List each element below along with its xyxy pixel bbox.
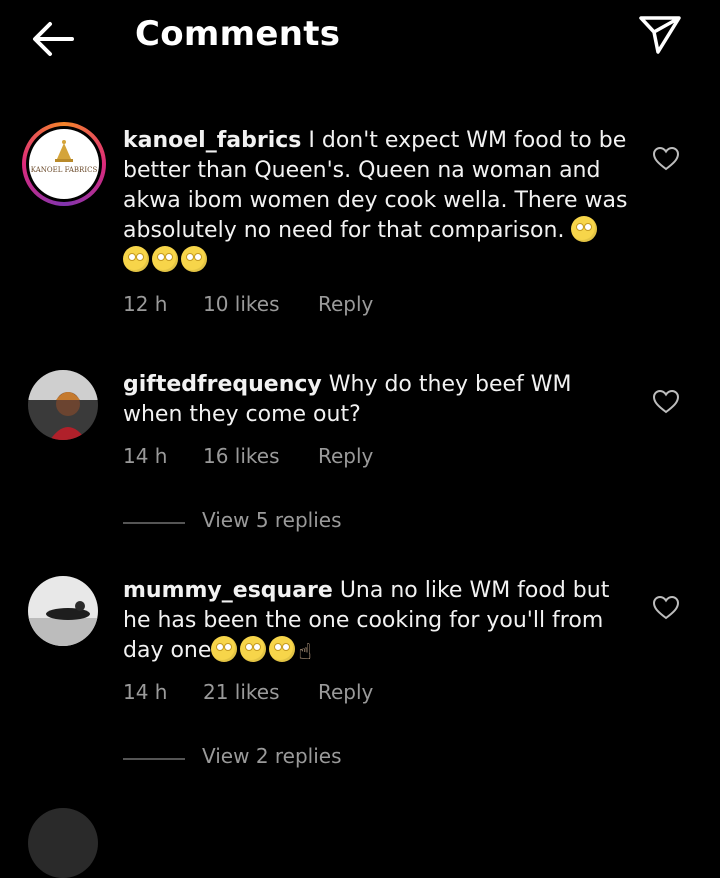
heart-icon[interactable] (652, 389, 680, 415)
avatar[interactable] (28, 808, 98, 878)
profile-photo (28, 576, 98, 646)
comment-username[interactable]: mummy_esquare (123, 578, 333, 603)
avatar[interactable] (28, 370, 98, 440)
reply-button[interactable]: Reply (318, 680, 373, 704)
reply-button[interactable]: Reply (318, 292, 373, 316)
comment-likes[interactable]: 21 likes (203, 680, 280, 704)
comment-username[interactable]: kanoel_fabrics (123, 128, 301, 153)
eye-roll-emoji-icon (211, 636, 238, 662)
eye-roll-emoji-icon (269, 636, 296, 662)
brand-logo-icon (55, 140, 73, 162)
pointing-up-emoji-icon: ☝ (298, 640, 312, 665)
avatar-logo-text: KANOEL FABRICS (30, 166, 98, 174)
view-replies-label: View 2 replies (202, 744, 342, 768)
comment-time: 12 h (123, 292, 168, 316)
reply-button[interactable]: Reply (318, 444, 373, 468)
profile-photo (28, 370, 98, 440)
eye-roll-emoji-icon (152, 246, 178, 272)
page-title: Comments (135, 14, 341, 54)
comment-username[interactable]: giftedfrequency (123, 372, 322, 397)
eye-roll-emoji-icon (240, 636, 267, 662)
send-icon[interactable] (636, 12, 684, 58)
comment-likes[interactable]: 10 likes (203, 292, 280, 316)
avatar[interactable] (28, 576, 98, 646)
divider (123, 758, 185, 760)
comment-likes[interactable]: 16 likes (203, 444, 280, 468)
avatar[interactable]: KANOEL FABRICS (22, 122, 106, 206)
view-replies-label: View 5 replies (202, 508, 342, 532)
heart-icon[interactable] (652, 146, 680, 172)
eye-roll-emoji-icon (181, 246, 207, 272)
heart-icon[interactable] (652, 595, 680, 621)
view-replies-button[interactable]: View 5 replies (123, 508, 523, 538)
comment-time: 14 h (123, 680, 168, 704)
arrow-left-icon[interactable] (28, 18, 78, 60)
eye-roll-emoji-icon (123, 246, 149, 272)
comment-text: mummy_esquare Una no like WM food but he… (123, 576, 633, 668)
view-replies-button[interactable]: View 2 replies (123, 744, 523, 774)
divider (123, 522, 185, 524)
header-bar: Comments (0, 0, 720, 80)
comment-text: giftedfrequency Why do they beef WM when… (123, 370, 633, 430)
comment-time: 14 h (123, 444, 168, 468)
eye-roll-emoji-icon (571, 216, 598, 242)
comment-text: kanoel_fabrics I don't expect WM food to… (123, 126, 633, 276)
